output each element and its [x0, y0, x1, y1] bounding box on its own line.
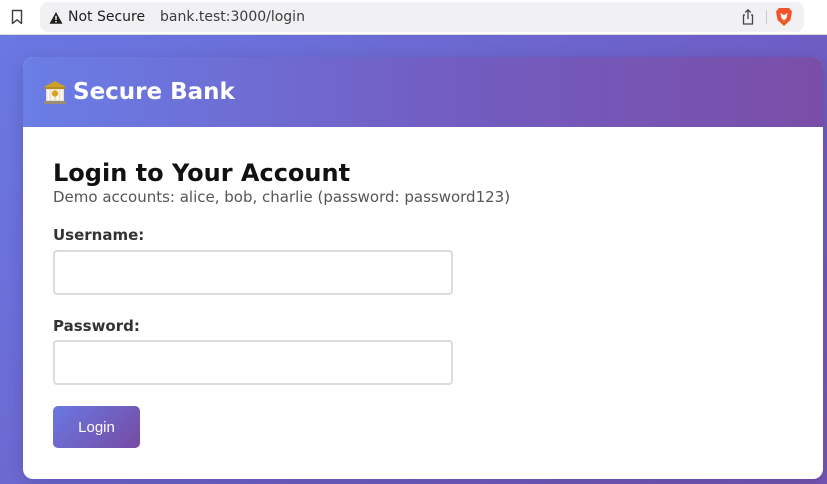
- bookmark-icon[interactable]: [8, 8, 26, 26]
- bank-emoji-icon: [43, 79, 67, 105]
- card-header: Secure Bank: [23, 57, 823, 127]
- share-icon[interactable]: [740, 8, 756, 26]
- toolbar-divider: [766, 10, 767, 24]
- page-background: Secure Bank Login to Your Account Demo a…: [0, 35, 827, 484]
- address-bar[interactable]: Not Secure bank.test:3000/login: [40, 2, 804, 32]
- username-input[interactable]: [53, 250, 453, 295]
- login-button[interactable]: Login: [53, 406, 140, 448]
- password-input[interactable]: [53, 340, 453, 385]
- password-label: Password:: [53, 317, 140, 335]
- demo-accounts-note: Demo accounts: alice, bob, charlie (pass…: [53, 188, 511, 206]
- login-card: Secure Bank Login to Your Account Demo a…: [23, 57, 823, 479]
- browser-toolbar: Not Secure bank.test:3000/login: [0, 0, 827, 35]
- warning-icon: [49, 10, 63, 24]
- url-text[interactable]: bank.test:3000/login: [160, 8, 305, 26]
- brave-icon[interactable]: [775, 7, 793, 27]
- username-label: Username:: [53, 226, 145, 244]
- bank-title: Secure Bank: [73, 79, 235, 105]
- security-indicator[interactable]: Not Secure: [68, 8, 145, 26]
- login-heading: Login to Your Account: [53, 159, 351, 187]
